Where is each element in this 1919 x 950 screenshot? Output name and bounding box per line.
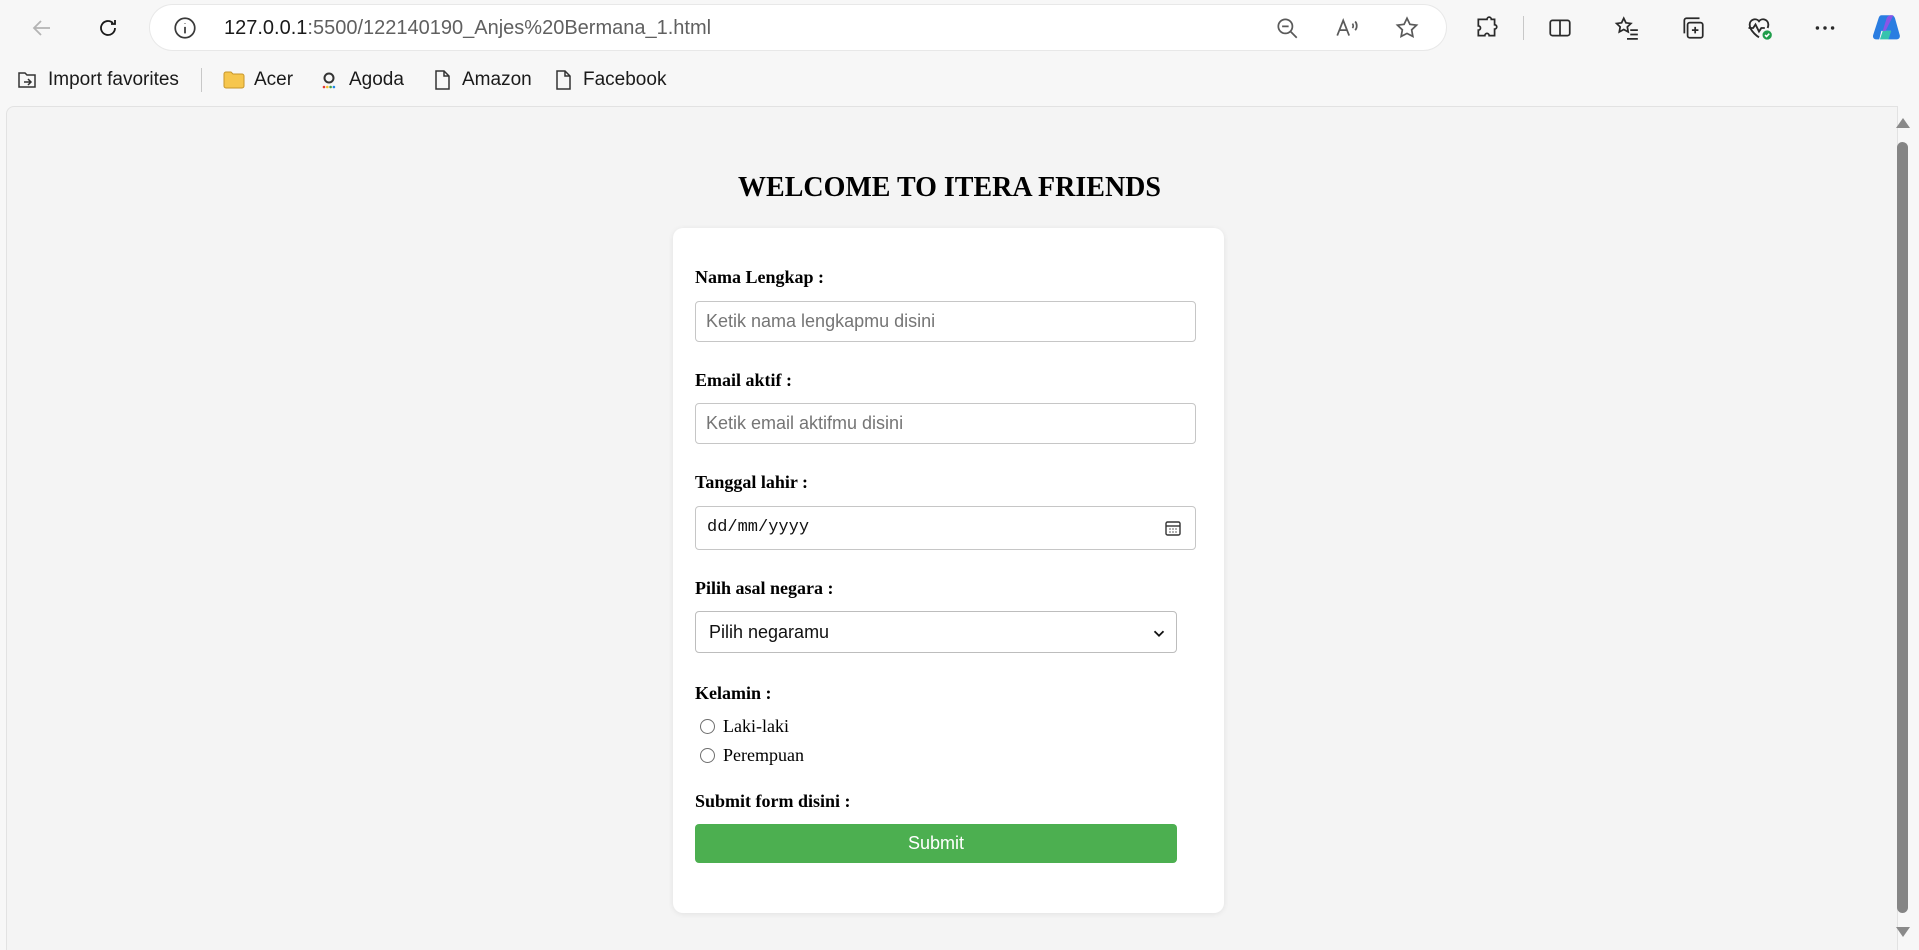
dob-format-text: dd/mm/yyyy [707,518,810,537]
browser-essentials-button[interactable] [1744,13,1774,43]
address-bar[interactable]: 127.0.0.1:5500/122140190_Anjes%20Bermana… [150,5,1446,50]
ellipsis-icon [1815,26,1835,30]
heart-pulse-icon [1748,18,1772,40]
bookmark-agoda[interactable]: Agoda [317,66,404,94]
puzzle-icon [1477,16,1498,37]
zoom-out-icon[interactable] [1274,15,1300,41]
favorites-button[interactable] [1612,13,1642,43]
bookmark-label: Amazon [462,69,532,90]
radio-button[interactable] [700,719,715,734]
bookmark-label: Import favorites [48,69,179,90]
scroll-up-arrow-icon[interactable] [1896,118,1910,128]
bookmark-label: Agoda [349,69,404,90]
refresh-button[interactable] [90,10,126,46]
favorite-star-icon[interactable] [1394,15,1420,41]
country-label: Pilih asal negara : [695,578,834,598]
url-path: :5500/122140190_Anjes%20Bermana_1.html [307,17,712,39]
email-label: Email aktif : [695,370,792,390]
more-menu-button[interactable] [1810,13,1840,43]
info-icon[interactable] [172,15,198,41]
bookmark-divider [201,68,202,92]
import-icon [18,72,36,88]
favorites-list-icon [1614,16,1638,40]
url-text[interactable]: 127.0.0.1:5500/122140190_Anjes%20Bermana… [224,17,711,40]
vertical-scrollbar[interactable] [1893,106,1911,950]
calendar-icon[interactable] [1163,518,1183,538]
back-button[interactable] [24,10,60,46]
dob-date-input[interactable]: dd/mm/yyyy [695,506,1196,550]
bookmark-amazon[interactable]: Amazon [430,66,532,94]
split-screen-icon [1549,19,1571,37]
gender-option-male[interactable]: Laki-laki [700,716,789,737]
name-input[interactable] [695,301,1196,342]
browser-toolbar: 127.0.0.1:5500/122140190_Anjes%20Bermana… [0,0,1919,56]
copilot-icon [1872,15,1900,40]
read-aloud-icon[interactable] [1334,15,1360,41]
gender-label: Kelamin : [695,683,772,703]
gender-option-female[interactable]: Perempuan [700,745,804,766]
chevron-down-icon [1153,630,1165,637]
extensions-button[interactable] [1472,13,1502,43]
country-selected-value: Pilih negaramu [709,622,830,642]
submit-button[interactable]: Submit [695,824,1177,863]
bookmark-label: Facebook [583,69,667,90]
copilot-button[interactable] [1870,11,1904,45]
dob-label: Tanggal lahir : [695,472,809,492]
submit-section-label: Submit form disini : [695,791,851,811]
radio-button[interactable] [700,748,715,763]
name-label: Nama Lengkap : [695,267,825,287]
page-title: WELCOME TO ITERA FRIENDS [738,172,1161,203]
bookmark-facebook[interactable]: Facebook [551,66,666,94]
email-input[interactable] [695,403,1196,444]
arrow-left-icon [32,20,50,36]
radio-label: Perempuan [723,745,804,765]
scroll-down-arrow-icon[interactable] [1896,927,1910,937]
bookmark-acer[interactable]: Acer [222,66,293,94]
collections-icon [1683,17,1704,39]
toolbar-divider [1523,16,1524,40]
radio-label: Laki-laki [723,716,789,736]
collections-button[interactable] [1678,13,1708,43]
agoda-icon [322,72,336,89]
scroll-thumb[interactable] [1897,142,1908,913]
bookmark-import-favorites[interactable]: Import favorites [16,66,179,94]
split-screen-button[interactable] [1545,13,1575,43]
url-host: 127.0.0.1 [224,17,308,39]
refresh-icon [100,20,116,36]
page-icon [556,70,571,90]
favorites-bar: Import favorites Acer Agoda Amazon Faceb… [0,60,1919,100]
bookmark-label: Acer [254,69,294,90]
folder-icon [223,71,245,89]
page-icon [435,70,450,90]
country-select[interactable]: Pilih negaramu [695,611,1177,653]
